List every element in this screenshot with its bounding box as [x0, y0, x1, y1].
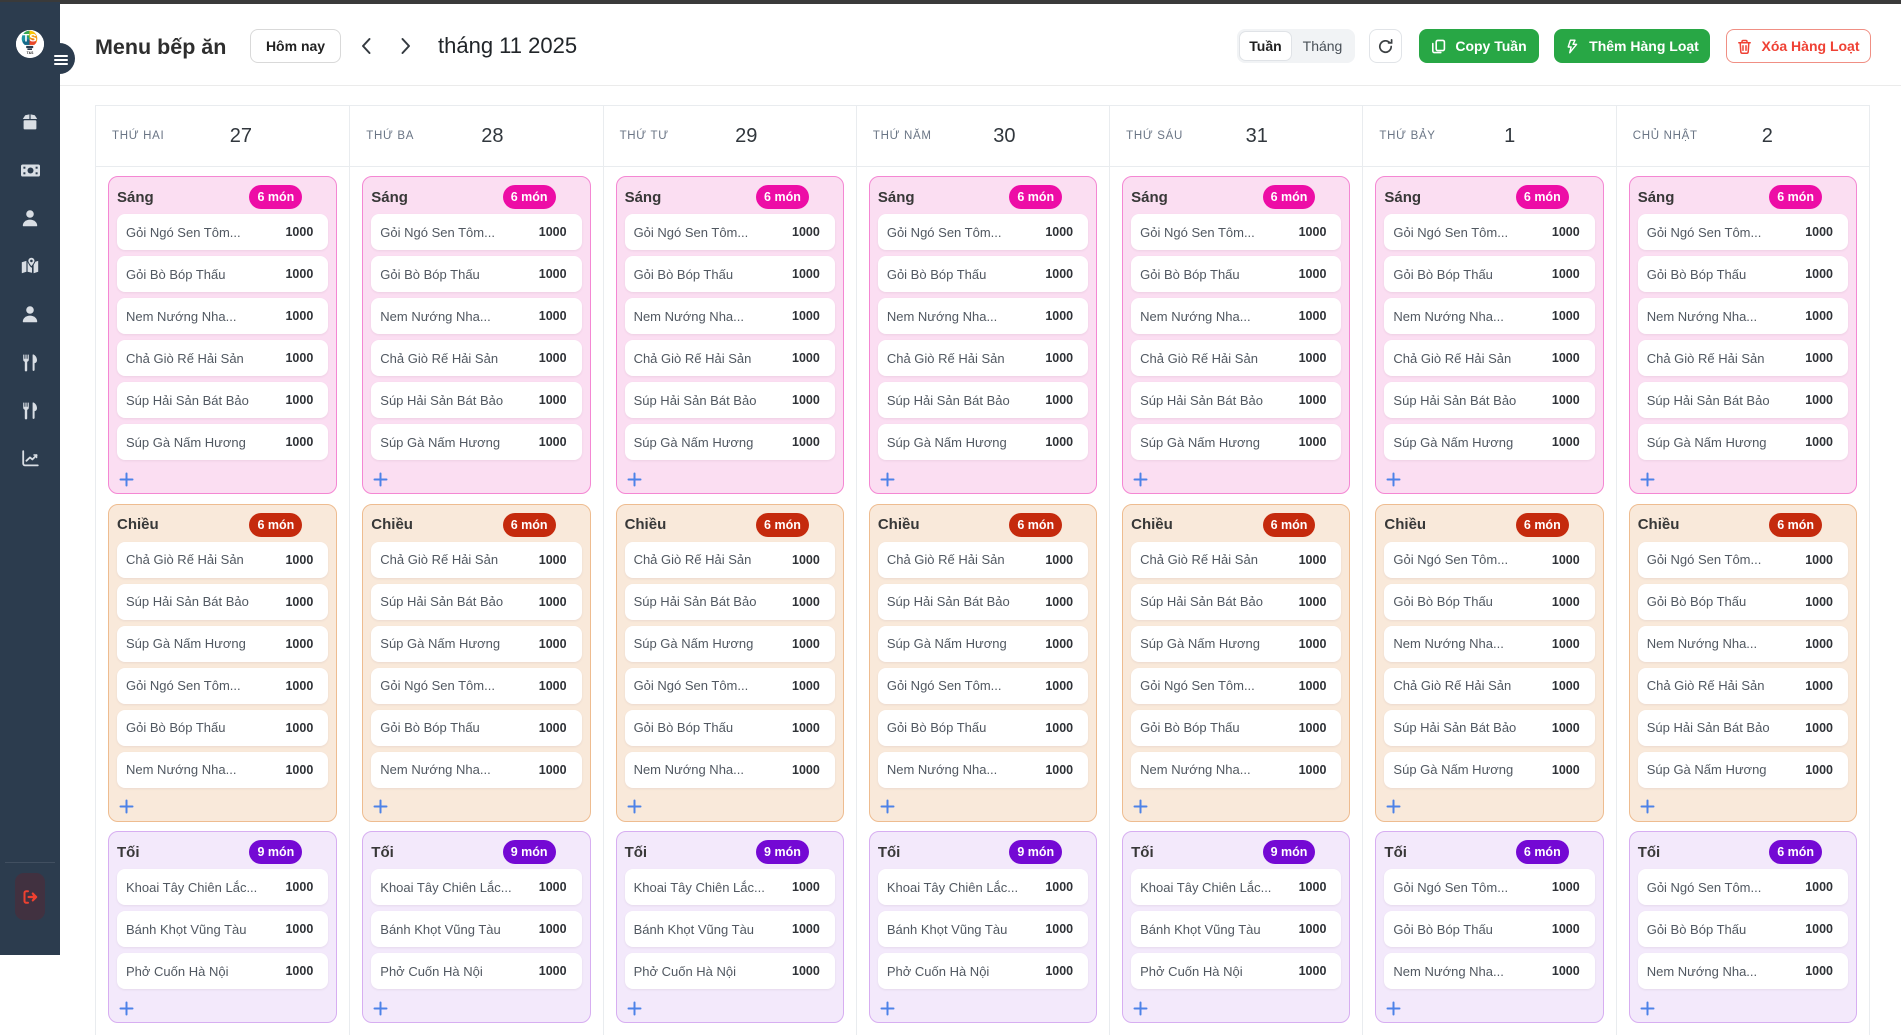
svg-text:TS: TS	[23, 33, 37, 45]
svg-text:T&S: T&S	[27, 51, 35, 55]
